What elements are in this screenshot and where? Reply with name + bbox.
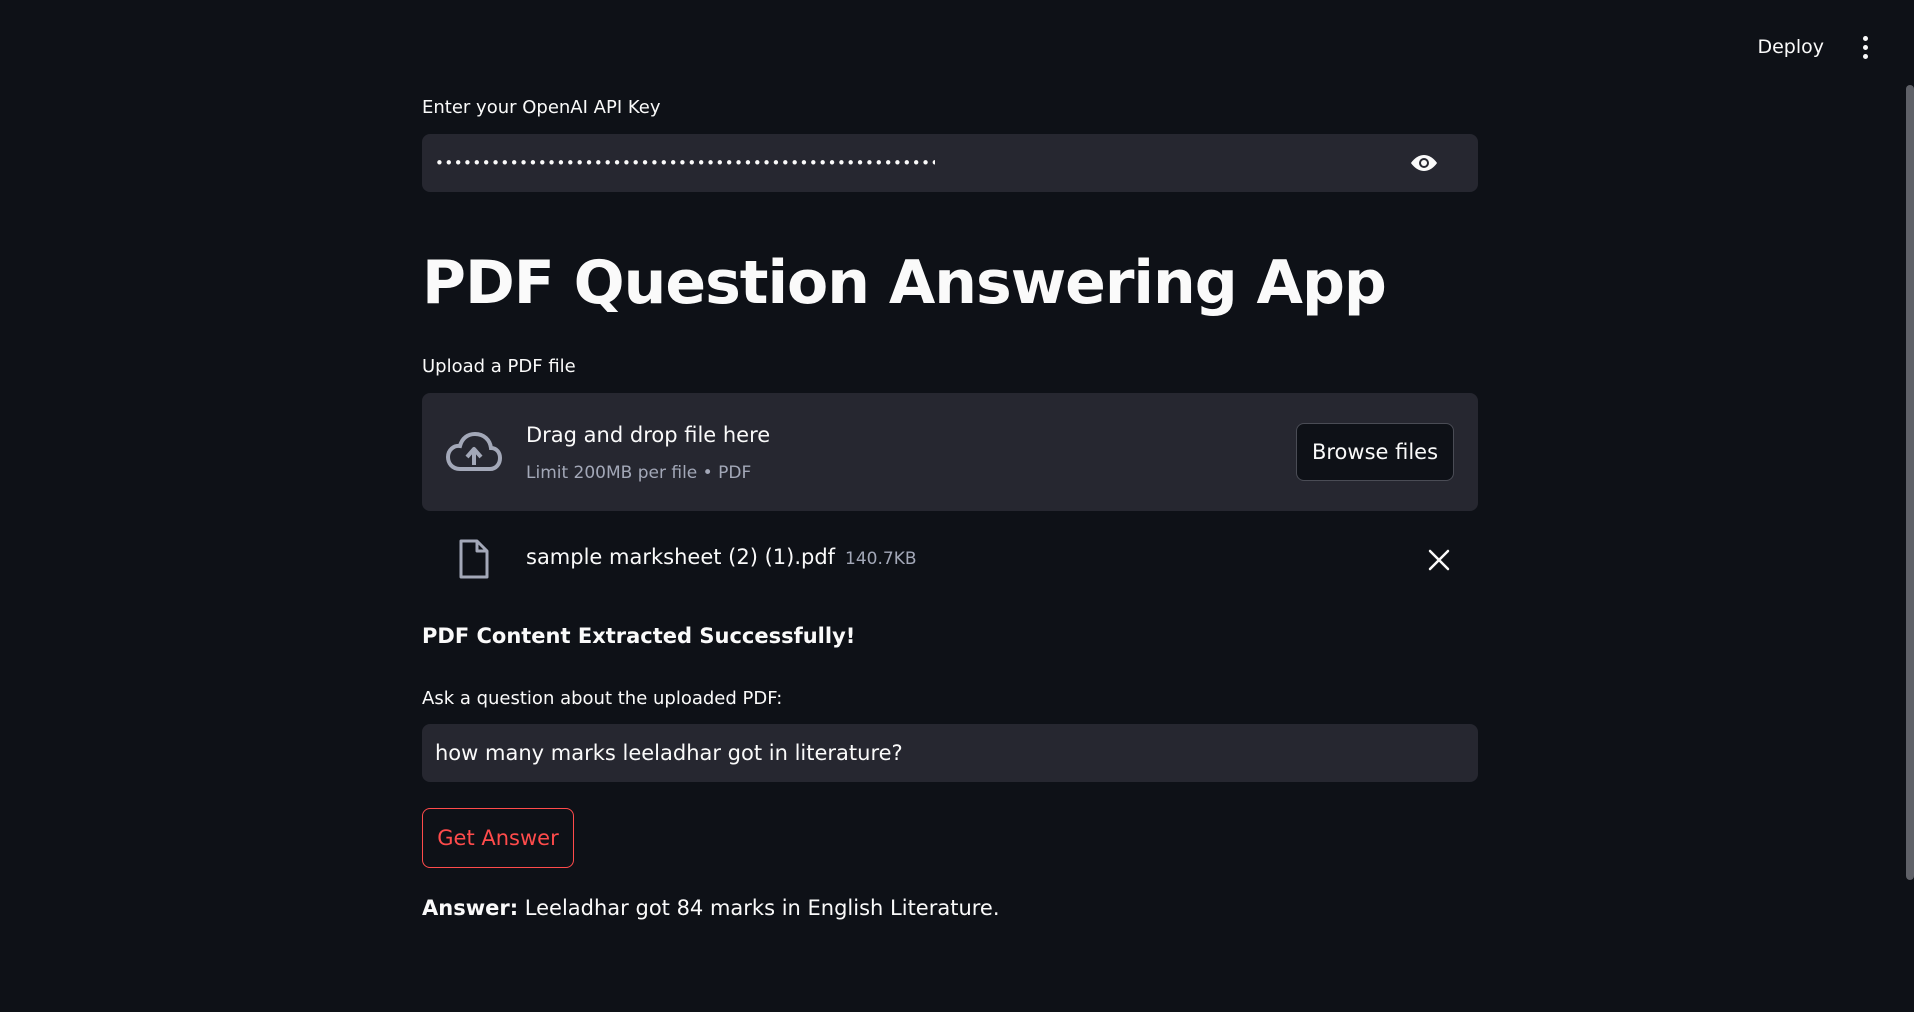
get-answer-button[interactable]: Get Answer [422, 808, 574, 868]
uploaded-file-name: sample marksheet (2) (1).pdf 140.7KB [526, 545, 917, 569]
menu-dot [1862, 44, 1868, 50]
browse-files-button[interactable]: Browse files [1296, 423, 1454, 481]
file-icon [459, 539, 489, 579]
cloud-upload-icon [446, 431, 502, 471]
file-size: 140.7KB [845, 549, 917, 569]
question-label: Ask a question about the uploaded PDF: [422, 688, 783, 709]
top-toolbar: Deploy [1755, 30, 1874, 64]
question-value: how many marks leeladhar got in literatu… [435, 741, 903, 765]
api-key-masked-value: ••••••••••••••••••••••••••••••••••••••••… [435, 154, 935, 172]
answer-body: Leeladhar got 84 marks in English Litera… [524, 896, 1000, 920]
uploaded-file-row: sample marksheet (2) (1).pdf 140.7KB [422, 535, 1478, 585]
page-scrollbar[interactable] [1906, 85, 1914, 880]
answer-text: Answer: Leeladhar got 84 marks in Englis… [422, 896, 1000, 920]
dropzone-title: Drag and drop file here [526, 423, 771, 447]
deploy-button[interactable]: Deploy [1755, 30, 1826, 64]
extraction-status: PDF Content Extracted Successfully! [422, 624, 856, 648]
menu-dot [1862, 35, 1868, 41]
menu-dot [1862, 53, 1868, 59]
file-name-text: sample marksheet (2) (1).pdf [526, 545, 836, 569]
app-page: Deploy Enter your OpenAI API Key •••••••… [0, 0, 1914, 1012]
eye-icon[interactable] [1408, 149, 1440, 177]
api-key-label: Enter your OpenAI API Key [422, 97, 661, 118]
dropzone-limit-text: Limit 200MB per file • PDF [526, 463, 752, 483]
api-key-input[interactable]: ••••••••••••••••••••••••••••••••••••••••… [422, 134, 1478, 192]
close-icon[interactable] [1426, 547, 1452, 573]
question-input[interactable]: how many marks leeladhar got in literatu… [422, 724, 1478, 782]
page-title: PDF Question Answering App [422, 248, 1387, 318]
file-dropzone[interactable]: Drag and drop file here Limit 200MB per … [422, 393, 1478, 511]
answer-prefix: Answer: [422, 896, 519, 920]
kebab-menu-icon[interactable] [1856, 32, 1874, 62]
upload-label: Upload a PDF file [422, 356, 576, 377]
